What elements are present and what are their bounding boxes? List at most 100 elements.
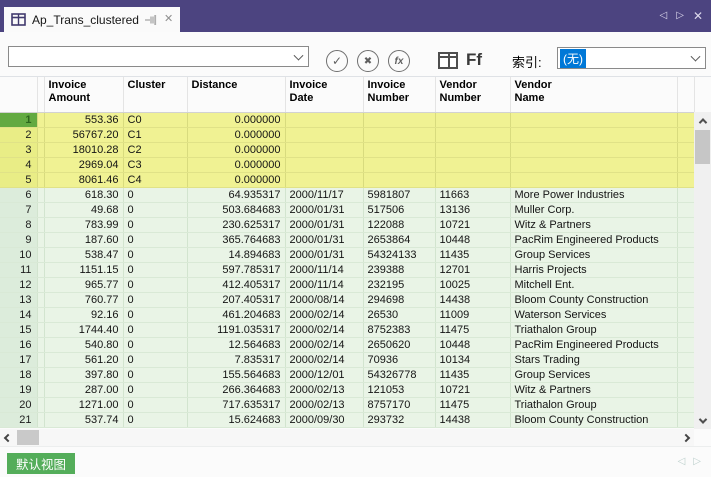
cell-distance[interactable]: 7.835317	[187, 352, 286, 368]
cell-vendor_number[interactable]: 14438	[435, 292, 511, 308]
cell-invoice_date[interactable]	[285, 172, 364, 188]
cell-invoice_amount[interactable]: 56767.20	[44, 127, 124, 143]
cell-invoice_number[interactable]: 239388	[363, 262, 436, 278]
col-header-cluster[interactable]: Cluster	[123, 77, 188, 113]
col-header-vendor_name[interactable]: Vendor Name	[510, 77, 678, 113]
cell-invoice_amount[interactable]: 2969.04	[44, 157, 124, 173]
cell-invoice_date[interactable]: 2000/11/14	[285, 277, 364, 293]
cell-invoice_number[interactable]: 232195	[363, 277, 436, 293]
cell-vendor_name[interactable]: Muller Corp.	[510, 202, 678, 218]
cell-distance[interactable]: 15.624683	[187, 412, 286, 428]
cell-invoice_date[interactable]: 2000/02/14	[285, 307, 364, 323]
table-row[interactable]: 20 1271.00 0 717.635317 2000/02/13 8757170 114…	[0, 397, 694, 413]
table-row[interactable]: 6 618.30 0 64.935317 2000/11/17 5981807 11663 M…	[0, 187, 694, 203]
table-row[interactable]: 5 8061.46 C4 0.000000	[0, 172, 694, 188]
cell-cluster[interactable]: 0	[123, 397, 188, 413]
cell-distance[interactable]: 155.564683	[187, 367, 286, 383]
horizontal-scrollbar[interactable]	[0, 429, 694, 446]
cell-invoice_number[interactable]: 8752383	[363, 322, 436, 338]
row-number[interactable]: 7	[0, 202, 38, 218]
cell-vendor_name[interactable]: Witz & Partners	[510, 382, 678, 398]
table-row[interactable]: 17 561.20 0 7.835317 2000/02/14 70936 10134 Sta…	[0, 352, 694, 368]
cell-vendor_name[interactable]	[510, 142, 678, 158]
chevron-down-icon[interactable]	[690, 51, 701, 62]
cell-invoice_date[interactable]: 2000/02/13	[285, 382, 364, 398]
table-row[interactable]: 18 397.80 0 155.564683 2000/12/01 54326778 114…	[0, 367, 694, 383]
cell-invoice_amount[interactable]: 540.80	[44, 337, 124, 353]
col-header-distance[interactable]: Distance	[187, 77, 286, 113]
cell-invoice_amount[interactable]: 965.77	[44, 277, 124, 293]
cell-vendor_number[interactable]: 11435	[435, 367, 511, 383]
cell-vendor_number[interactable]: 11475	[435, 397, 511, 413]
cell-invoice_date[interactable]: 2000/12/01	[285, 367, 364, 383]
table-row[interactable]: 8 783.99 0 230.625317 2000/01/31 122088 10721 W…	[0, 217, 694, 233]
cell-invoice_amount[interactable]: 783.99	[44, 217, 124, 233]
cell-distance[interactable]: 597.785317	[187, 262, 286, 278]
cell-cluster[interactable]: C4	[123, 172, 188, 188]
cell-vendor_name[interactable]: Harris Projects	[510, 262, 678, 278]
cell-vendor_name[interactable]: Triathalon Group	[510, 397, 678, 413]
cell-vendor_name[interactable]	[510, 112, 678, 128]
cell-invoice_date[interactable]: 2000/11/17	[285, 187, 364, 203]
cell-invoice_number[interactable]	[363, 142, 436, 158]
cell-invoice_number[interactable]	[363, 127, 436, 143]
cell-vendor_name[interactable]: Stars Trading	[510, 352, 678, 368]
nav-forward-icon[interactable]: ▷	[676, 9, 684, 23]
nav-forward-icon[interactable]: ▷	[693, 456, 701, 467]
cell-vendor_number[interactable]: 10448	[435, 337, 511, 353]
table-row[interactable]: 16 540.80 0 12.564683 2000/02/14 2650620 10448…	[0, 337, 694, 353]
cell-distance[interactable]: 0.000000	[187, 127, 286, 143]
cell-vendor_number[interactable]: 14438	[435, 412, 511, 428]
window-close-icon[interactable]: ✕	[693, 9, 703, 23]
row-number[interactable]: 9	[0, 232, 38, 248]
cell-vendor_number[interactable]	[435, 127, 511, 143]
table-row[interactable]: 13 760.77 0 207.405317 2000/08/14 294698 14438…	[0, 292, 694, 308]
cell-cluster[interactable]: 0	[123, 217, 188, 233]
cell-vendor_name[interactable]: Bloom County Construction	[510, 292, 678, 308]
cell-cluster[interactable]: 0	[123, 382, 188, 398]
cell-invoice_amount[interactable]: 187.60	[44, 232, 124, 248]
cell-distance[interactable]: 14.894683	[187, 247, 286, 263]
cell-invoice_number[interactable]: 70936	[363, 352, 436, 368]
scroll-down-button[interactable]	[694, 412, 711, 429]
cell-vendor_name[interactable]	[510, 172, 678, 188]
cell-invoice_date[interactable]: 2000/02/14	[285, 322, 364, 338]
row-number[interactable]: 8	[0, 217, 38, 233]
cell-distance[interactable]: 0.000000	[187, 157, 286, 173]
cell-invoice_amount[interactable]: 1151.15	[44, 262, 124, 278]
cell-cluster[interactable]: 0	[123, 277, 188, 293]
cell-invoice_number[interactable]: 294698	[363, 292, 436, 308]
cell-distance[interactable]: 503.684683	[187, 202, 286, 218]
row-number[interactable]: 14	[0, 307, 38, 323]
cell-vendor_number[interactable]: 10721	[435, 382, 511, 398]
cell-distance[interactable]: 1191.035317	[187, 322, 286, 338]
cell-vendor_name[interactable]: PacRim Engineered Products	[510, 232, 678, 248]
cell-vendor_number[interactable]: 12701	[435, 262, 511, 278]
cell-distance[interactable]: 0.000000	[187, 112, 286, 128]
scroll-left-button[interactable]	[0, 429, 16, 446]
cell-vendor_name[interactable]: Waterson Services	[510, 307, 678, 323]
col-header-invoice_date[interactable]: Invoice Date	[285, 77, 364, 113]
scroll-up-button[interactable]	[694, 112, 711, 129]
table-row[interactable]: 7 49.68 0 503.684683 2000/01/31 517506 13136 Mu…	[0, 202, 694, 218]
cell-invoice_date[interactable]	[285, 112, 364, 128]
cell-cluster[interactable]: C3	[123, 157, 188, 173]
table-row[interactable]: 19 287.00 0 266.364683 2000/02/13 121053 10721…	[0, 382, 694, 398]
tab-ap-trans-clustered[interactable]: Ap_Trans_clustered ✕	[4, 7, 181, 32]
cell-cluster[interactable]: C1	[123, 127, 188, 143]
cell-vendor_number[interactable]: 10721	[435, 217, 511, 233]
cell-distance[interactable]: 0.000000	[187, 142, 286, 158]
row-number[interactable]: 3	[0, 142, 38, 158]
cell-invoice_amount[interactable]: 1271.00	[44, 397, 124, 413]
cell-vendor_name[interactable]: Group Services	[510, 247, 678, 263]
cell-distance[interactable]: 12.564683	[187, 337, 286, 353]
cell-invoice_date[interactable]: 2000/01/31	[285, 247, 364, 263]
cell-cluster[interactable]: 0	[123, 322, 188, 338]
cell-invoice_number[interactable]: 122088	[363, 217, 436, 233]
cell-vendor_number[interactable]: 11663	[435, 187, 511, 203]
filter-input[interactable]	[12, 48, 282, 65]
cell-invoice_number[interactable]: 54324133	[363, 247, 436, 263]
cell-vendor_number[interactable]	[435, 172, 511, 188]
clear-filter-button[interactable]: ✖	[357, 50, 379, 72]
cell-invoice_number[interactable]	[363, 157, 436, 173]
